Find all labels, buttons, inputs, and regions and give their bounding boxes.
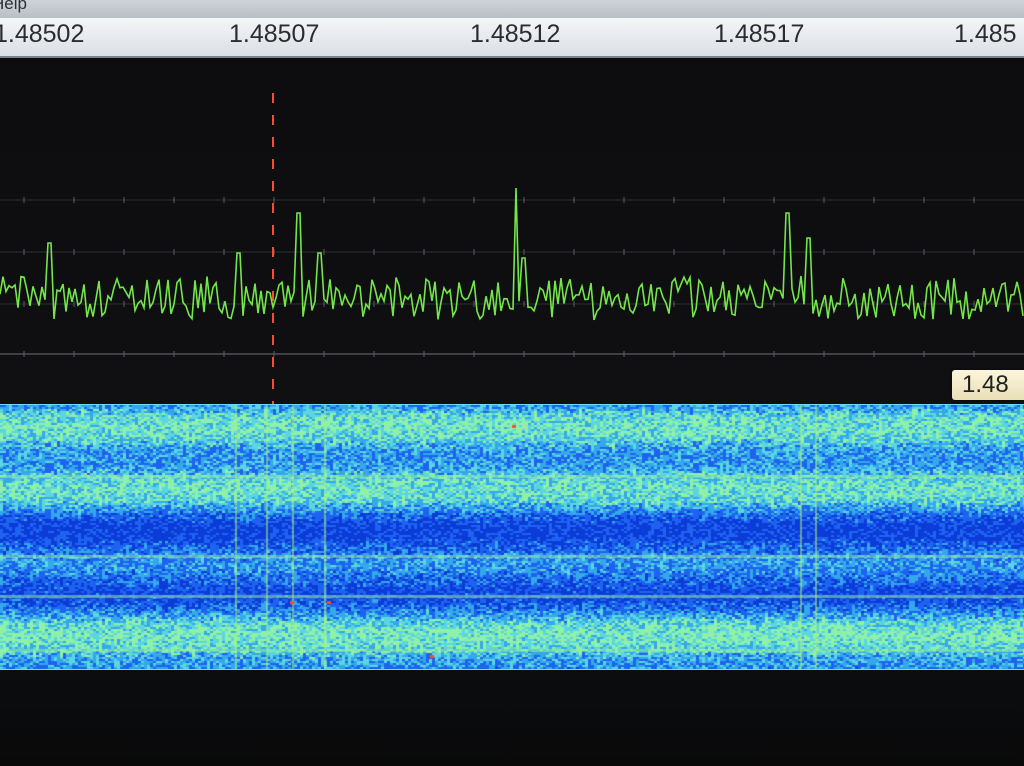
freq-label-5: 1.485: [954, 20, 1017, 48]
spectrum-tick-marks: [23, 197, 975, 357]
freq-label-2: 1.48507: [229, 20, 320, 48]
waterfall-display[interactable]: [0, 404, 1024, 670]
spectrum-trace: [0, 187, 1024, 321]
frequency-ruler[interactable]: 1.48502 1.48507 1.48512 1.48517 1.485: [0, 18, 1024, 58]
sdr-receiver-window: Help 1.48502 1.48507 1.48512 1.48517 1.4…: [0, 0, 1024, 766]
spectrum-gridlines: [0, 199, 1024, 355]
freq-label-3: 1.48512: [470, 20, 561, 48]
frequency-readout-badge[interactable]: 1.48: [952, 370, 1024, 400]
freq-label-4: 1.48517: [714, 20, 805, 48]
freq-label-1: 1.48502: [0, 20, 85, 48]
menu-help[interactable]: Help: [0, 0, 27, 14]
bottom-panel: [0, 670, 1024, 766]
menu-bar: Help: [0, 0, 1024, 19]
spectrum-plot[interactable]: [0, 58, 1024, 404]
